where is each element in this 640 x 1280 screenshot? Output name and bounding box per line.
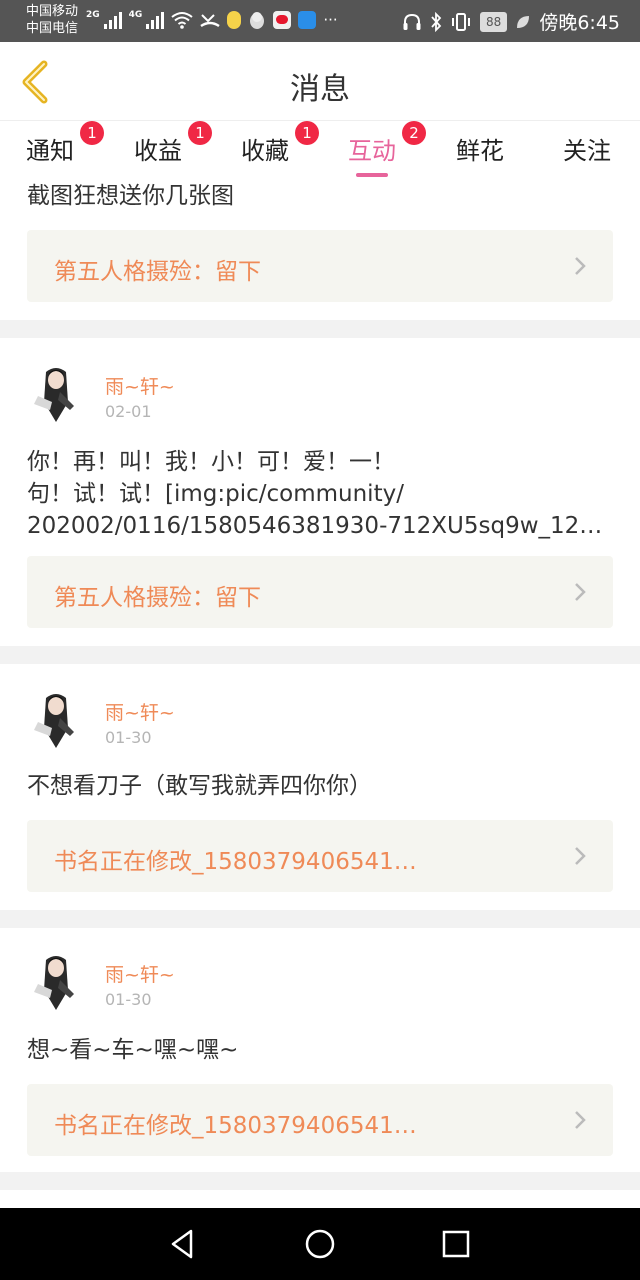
headphones-icon <box>403 13 421 30</box>
referenced-work-link[interactable]: 书名正在修改_1580379406541… <box>27 1084 613 1156</box>
username[interactable]: 雨~轩~ <box>105 698 175 725</box>
username[interactable]: 雨~轩~ <box>105 960 175 987</box>
message-line: 句！试！试！[img:pic/community/ <box>27 481 404 507</box>
unread-badge: 1 <box>80 121 104 145</box>
music-app-icon <box>298 11 317 29</box>
message-card: 雨~轩~ 01-30 不想看刀子（敢写我就弄四你你） 书名正在修改_158037… <box>0 664 640 910</box>
bulb-app-icon <box>227 11 242 29</box>
net-type-1: 2G <box>86 10 100 20</box>
tab-bar: 通知 1 收益 1 收藏 1 互动 2 鲜花 关注 <box>0 120 640 178</box>
chevron-right-icon <box>575 257 586 275</box>
message-line: 202002/0116/1580546381930-712XU5sq9w_12… <box>27 513 603 539</box>
penguin-icon <box>250 12 265 29</box>
message-text: 你！再！叫！我！小！可！爱！一！ 句！试！试！[img:pic/communit… <box>27 446 614 542</box>
unread-badge: 1 <box>188 121 212 145</box>
home-circle-icon[interactable] <box>300 1226 340 1262</box>
tab-interactions[interactable]: 互动 2 <box>348 121 426 177</box>
tab-follows[interactable]: 关注 <box>563 131 611 166</box>
message-card <box>0 1190 640 1208</box>
weibo-icon <box>273 11 292 29</box>
status-bar: 中国移动 中国电信 2G 4G ··· 88 傍晚6:45 <box>0 0 640 42</box>
chevron-right-icon <box>575 847 586 865</box>
tab-flowers[interactable]: 鲜花 <box>456 131 504 166</box>
message-text: 想~看~车~嘿~嘿~ <box>27 1037 239 1063</box>
unread-badge: 2 <box>402 121 426 145</box>
username[interactable]: 雨~轩~ <box>105 372 175 399</box>
tab-label: 互动 <box>348 137 396 165</box>
signal-icon-2 <box>146 11 165 29</box>
page-title: 消息 <box>290 72 350 107</box>
message-card: 雨~轩~ 02-01 你！再！叫！我！小！可！爱！一！ 句！试！试！[img:p… <box>0 338 640 646</box>
clock: 傍晚6:45 <box>539 12 620 34</box>
back-triangle-icon[interactable] <box>163 1226 203 1262</box>
tab-label: 收藏 <box>241 137 289 165</box>
referenced-work-link[interactable]: 第五人格摄殓：留下 <box>27 556 613 628</box>
tab-favorites[interactable]: 收藏 1 <box>241 121 319 166</box>
message-date: 01-30 <box>105 728 152 747</box>
message-text: 不想看刀子（敢写我就弄四你你） <box>27 773 372 799</box>
status-right-icons: 88 傍晚6:45 <box>402 8 620 35</box>
carrier-2: 中国电信 <box>26 21 79 36</box>
message-text: 截图狂想送你几张图 <box>27 183 234 209</box>
referenced-work-title: 第五人格摄殓：留下 <box>54 259 261 285</box>
avatar[interactable] <box>26 362 86 426</box>
signal-icon <box>103 11 122 29</box>
recents-square-icon[interactable] <box>436 1226 476 1262</box>
referenced-work-title: 书名正在修改_1580379406541… <box>54 1113 417 1139</box>
referenced-work-link[interactable]: 书名正在修改_1580379406541… <box>27 820 613 892</box>
message-line: 你！再！叫！我！小！可！爱！一！ <box>27 449 395 475</box>
carrier-1: 中国移动 <box>26 4 79 19</box>
avatar[interactable] <box>26 688 86 752</box>
chevron-right-icon <box>575 583 586 601</box>
referenced-work-link[interactable]: 第五人格摄殓：留下 <box>27 230 613 302</box>
wifi-icon <box>171 12 193 29</box>
vibrate-icon <box>452 12 471 31</box>
referenced-work-title: 书名正在修改_1580379406541… <box>54 849 417 875</box>
message-card: 雨~轩~ 01-30 想~看~车~嘿~嘿~ 书名正在修改_15803794065… <box>0 928 640 1172</box>
leaf-icon <box>517 15 530 28</box>
system-nav-bar <box>0 1208 640 1280</box>
more-notifications: ··· <box>323 11 338 29</box>
referenced-work-title: 第五人格摄殓：留下 <box>54 585 261 611</box>
chevron-right-icon <box>575 1111 586 1129</box>
message-card: 截图狂想送你几张图 第五人格摄殓：留下 <box>0 178 640 320</box>
tab-label: 关注 <box>563 137 611 165</box>
message-date: 01-30 <box>105 990 152 1009</box>
tab-label: 鲜花 <box>456 137 504 165</box>
avatar[interactable] <box>26 950 86 1014</box>
tab-label: 通知 <box>26 137 74 165</box>
tab-label: 收益 <box>134 137 182 165</box>
tab-earnings[interactable]: 收益 1 <box>134 121 212 166</box>
carrier-labels: 中国移动 中国电信 <box>26 3 78 37</box>
missed-call-icon <box>200 14 221 28</box>
message-date: 02-01 <box>105 402 152 421</box>
unread-badge: 1 <box>295 121 319 145</box>
battery-indicator: 88 <box>480 11 508 32</box>
tab-notifications[interactable]: 通知 1 <box>26 121 104 166</box>
message-list[interactable]: 截图狂想送你几张图 第五人格摄殓：留下 雨~轩~ 02-01 你！再！叫！我！小… <box>0 178 640 1208</box>
active-tab-indicator <box>356 173 388 177</box>
app-header: 消息 <box>0 42 640 120</box>
status-left-icons: 2G 4G ··· <box>86 10 338 30</box>
net-type-2: 4G <box>128 10 143 20</box>
bluetooth-icon <box>431 11 442 32</box>
